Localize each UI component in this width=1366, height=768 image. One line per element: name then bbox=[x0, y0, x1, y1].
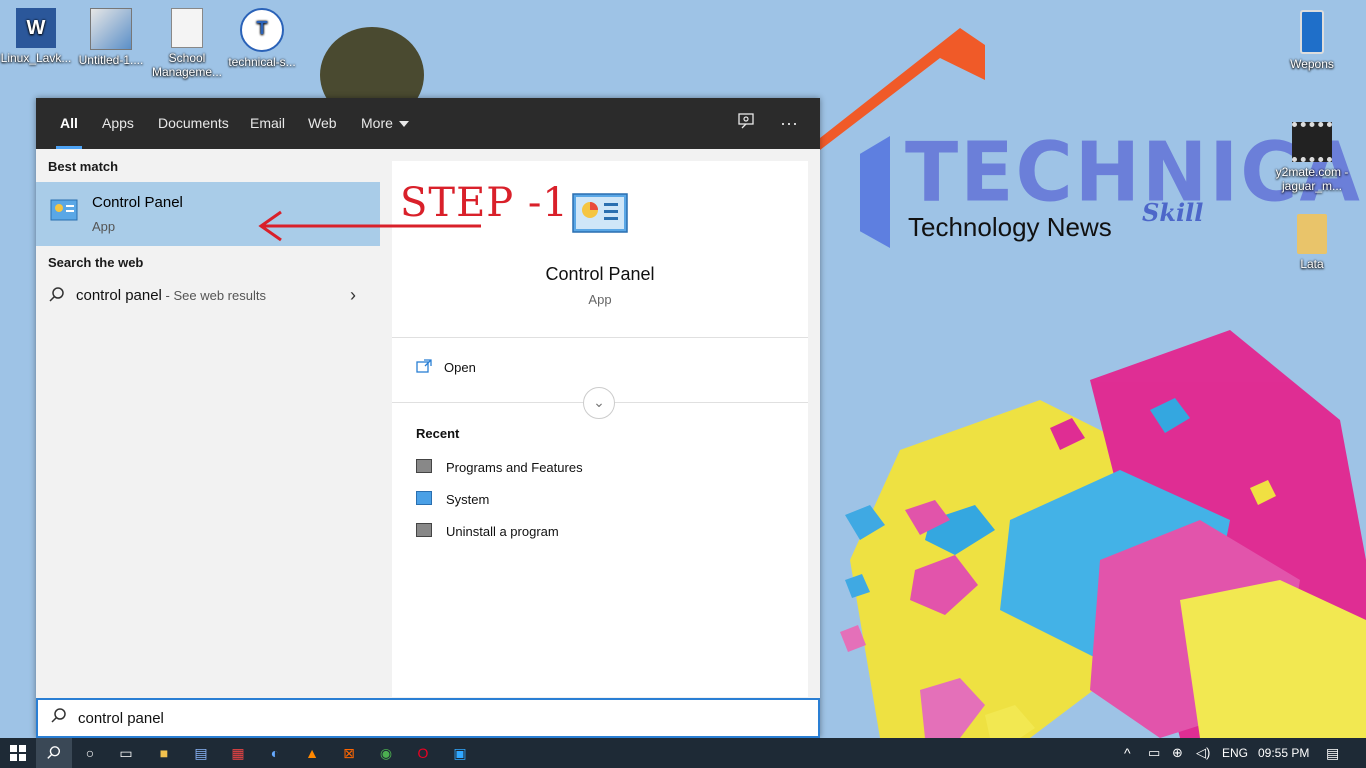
brand-bar bbox=[860, 136, 890, 248]
opera-icon[interactable]: O bbox=[405, 738, 441, 768]
brand-tagline: Technology News bbox=[908, 212, 1112, 242]
open-action[interactable]: Open bbox=[416, 359, 476, 375]
logo-icon: T bbox=[240, 8, 284, 52]
control-panel-large-icon bbox=[572, 193, 628, 233]
best-match-heading: Best match bbox=[48, 159, 119, 174]
tab-email[interactable]: Email bbox=[246, 98, 289, 149]
best-match-name: Control Panel bbox=[92, 194, 183, 211]
desktop-icon-lata[interactable]: Lata bbox=[1274, 214, 1350, 271]
word-doc-icon: W bbox=[16, 8, 56, 48]
desktop-icon-untitled[interactable]: Untitled-1.... bbox=[73, 8, 149, 67]
feedback-icon[interactable] bbox=[733, 111, 759, 137]
taskbar: ○ ▭ ■ ▤ ▦ ◐ ▲ ⊠ ◉ O ▣ ^ ▭ ⊕ ◁) ENG 09:55… bbox=[0, 738, 1366, 768]
uninstall-icon bbox=[416, 523, 432, 537]
desktop-icon-label: Untitled-1.... bbox=[78, 53, 144, 67]
phone-shortcut-icon bbox=[1300, 10, 1324, 54]
recent-item[interactable]: System bbox=[416, 491, 489, 507]
desktop-icon-video[interactable]: y2mate.com - jaguar_m... bbox=[1274, 122, 1350, 193]
recent-item-label: Programs and Features bbox=[446, 460, 583, 475]
desktop-icon-technical[interactable]: T technical-s... bbox=[224, 8, 300, 69]
desktop-icon-label: Wepons bbox=[1290, 57, 1334, 71]
vlc-icon[interactable]: ▲ bbox=[294, 738, 330, 768]
desktop-icon-label: technical-s... bbox=[228, 55, 296, 69]
web-heading: Search the web bbox=[48, 255, 144, 270]
red-arrow-annotation bbox=[258, 210, 481, 242]
chrome-icon[interactable]: ◉ bbox=[368, 738, 404, 768]
clock[interactable]: 09:55 PM bbox=[1258, 738, 1309, 768]
tab-web[interactable]: Web bbox=[304, 98, 341, 149]
start-button[interactable] bbox=[0, 738, 36, 768]
search-filter-bar: All Apps Documents Email Web More ··· bbox=[36, 98, 820, 149]
programs-features-icon bbox=[416, 459, 432, 473]
desktop-icon-label: Linux_Lavk... bbox=[0, 51, 72, 65]
tab-documents[interactable]: Documents bbox=[154, 98, 233, 149]
tab-all[interactable]: All bbox=[56, 98, 82, 149]
best-match-kind: App bbox=[92, 219, 116, 234]
battery-icon[interactable]: ▭ bbox=[1148, 738, 1160, 768]
app-grid-icon[interactable]: ▦ bbox=[220, 738, 256, 768]
recent-item-label: Uninstall a program bbox=[446, 524, 559, 539]
tab-more-label: More bbox=[361, 115, 393, 131]
desktop-icon-linux-doc[interactable]: W Linux_Lavk... bbox=[0, 8, 74, 65]
brand-skill: Skill bbox=[1142, 198, 1204, 227]
task-view-icon[interactable]: ▭ bbox=[108, 738, 144, 768]
tab-more[interactable]: More bbox=[357, 98, 413, 149]
cortana-icon[interactable]: ○ bbox=[72, 738, 108, 768]
desktop-icon-label: Lata bbox=[1300, 257, 1324, 271]
tab-apps[interactable]: Apps bbox=[98, 98, 138, 149]
image-icon bbox=[90, 8, 132, 50]
notification-icon[interactable]: ▤ bbox=[1326, 738, 1339, 768]
windows-icon bbox=[10, 745, 26, 761]
recent-item[interactable]: Uninstall a program bbox=[416, 523, 559, 539]
search-icon bbox=[51, 708, 66, 723]
control-panel-taskbar-icon[interactable]: ◐ bbox=[257, 738, 293, 768]
desktop-icon-label: School Manageme... bbox=[151, 51, 223, 79]
folder-icon bbox=[1297, 214, 1327, 254]
search-box bbox=[36, 698, 820, 738]
search-icon bbox=[49, 287, 64, 302]
desktop-icon-school[interactable]: School Manageme... bbox=[149, 8, 225, 79]
taskbar-search-button[interactable] bbox=[36, 738, 72, 768]
open-icon bbox=[416, 359, 432, 373]
volume-icon[interactable]: ◁) bbox=[1196, 738, 1210, 768]
web-result-item[interactable]: control panel - See web results › bbox=[36, 277, 380, 313]
web-query: control panel bbox=[76, 287, 162, 304]
xampp-icon[interactable]: ⊠ bbox=[331, 738, 367, 768]
video-file-icon bbox=[1292, 122, 1332, 162]
chevron-down-icon bbox=[398, 121, 409, 128]
recent-item-label: System bbox=[446, 492, 490, 507]
preview-title: Control Panel bbox=[545, 264, 655, 284]
recent-heading: Recent bbox=[416, 426, 460, 441]
divider bbox=[392, 337, 808, 338]
system-icon bbox=[416, 491, 432, 505]
more-options-icon[interactable]: ··· bbox=[776, 111, 802, 137]
chevron-right-icon[interactable]: › bbox=[350, 285, 356, 306]
search-icon bbox=[47, 746, 61, 759]
control-panel-icon bbox=[50, 199, 78, 221]
expand-chevron-icon[interactable]: ⌄ bbox=[583, 387, 615, 419]
search-input[interactable] bbox=[76, 706, 780, 730]
file-explorer-icon[interactable]: ■ bbox=[146, 738, 182, 768]
desktop-icon-wepons[interactable]: Wepons bbox=[1274, 10, 1350, 71]
network-icon[interactable]: ⊕ bbox=[1172, 738, 1183, 768]
photoshop-icon[interactable]: ▣ bbox=[442, 738, 478, 768]
preview-kind: App bbox=[588, 292, 612, 307]
app-icon[interactable]: ▤ bbox=[183, 738, 219, 768]
desktop-icon-label: y2mate.com - jaguar_m... bbox=[1275, 165, 1349, 193]
open-label: Open bbox=[444, 360, 476, 375]
language-indicator[interactable]: ENG bbox=[1222, 738, 1248, 768]
recent-item[interactable]: Programs and Features bbox=[416, 459, 583, 475]
web-suffix: - See web results bbox=[161, 288, 266, 303]
document-icon bbox=[171, 8, 203, 48]
chevron-up-icon[interactable]: ^ bbox=[1124, 738, 1131, 768]
